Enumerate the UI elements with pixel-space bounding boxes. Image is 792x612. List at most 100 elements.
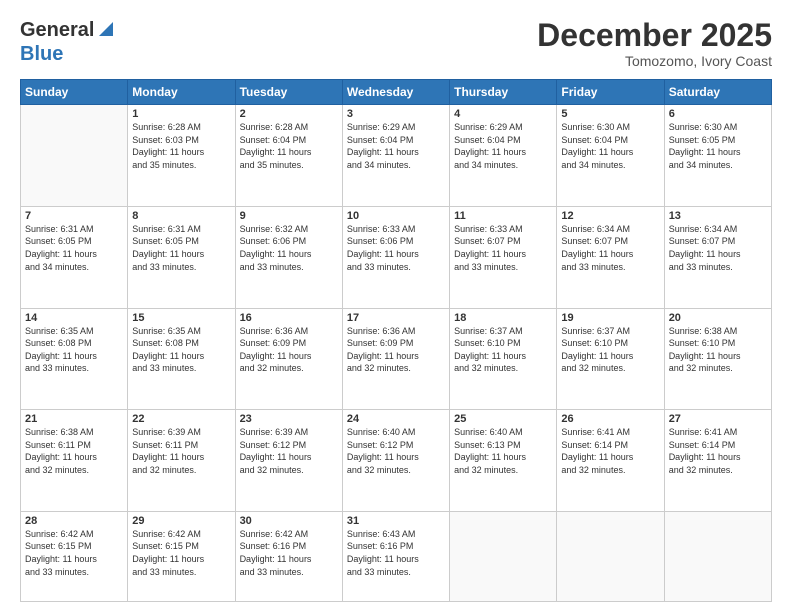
day-info: Sunrise: 6:42 AM Sunset: 6:15 PM Dayligh… (132, 528, 230, 578)
calendar-cell: 6Sunrise: 6:30 AM Sunset: 6:05 PM Daylig… (664, 105, 771, 207)
day-info: Sunrise: 6:28 AM Sunset: 6:04 PM Dayligh… (240, 121, 338, 171)
col-header-wednesday: Wednesday (342, 80, 449, 105)
day-number: 22 (132, 413, 230, 425)
month-title: December 2025 (537, 18, 772, 53)
day-number: 6 (669, 108, 767, 120)
day-number: 17 (347, 312, 445, 324)
day-number: 19 (561, 312, 659, 324)
calendar-cell (450, 511, 557, 601)
location: Tomozomo, Ivory Coast (537, 53, 772, 69)
calendar-cell: 9Sunrise: 6:32 AM Sunset: 6:06 PM Daylig… (235, 206, 342, 308)
day-number: 5 (561, 108, 659, 120)
calendar-cell: 15Sunrise: 6:35 AM Sunset: 6:08 PM Dayli… (128, 308, 235, 410)
day-info: Sunrise: 6:30 AM Sunset: 6:05 PM Dayligh… (669, 121, 767, 171)
calendar-cell: 4Sunrise: 6:29 AM Sunset: 6:04 PM Daylig… (450, 105, 557, 207)
day-info: Sunrise: 6:28 AM Sunset: 6:03 PM Dayligh… (132, 121, 230, 171)
day-info: Sunrise: 6:34 AM Sunset: 6:07 PM Dayligh… (561, 223, 659, 273)
day-number: 2 (240, 108, 338, 120)
calendar-cell: 19Sunrise: 6:37 AM Sunset: 6:10 PM Dayli… (557, 308, 664, 410)
day-number: 25 (454, 413, 552, 425)
day-number: 8 (132, 210, 230, 222)
calendar-cell: 10Sunrise: 6:33 AM Sunset: 6:06 PM Dayli… (342, 206, 449, 308)
day-info: Sunrise: 6:29 AM Sunset: 6:04 PM Dayligh… (454, 121, 552, 171)
day-number: 9 (240, 210, 338, 222)
day-number: 1 (132, 108, 230, 120)
calendar-cell: 30Sunrise: 6:42 AM Sunset: 6:16 PM Dayli… (235, 511, 342, 601)
calendar-cell (664, 511, 771, 601)
calendar-cell: 31Sunrise: 6:43 AM Sunset: 6:16 PM Dayli… (342, 511, 449, 601)
page: General Blue December 2025 Tomozomo, Ivo… (0, 0, 792, 612)
calendar-cell: 17Sunrise: 6:36 AM Sunset: 6:09 PM Dayli… (342, 308, 449, 410)
calendar-cell: 13Sunrise: 6:34 AM Sunset: 6:07 PM Dayli… (664, 206, 771, 308)
day-info: Sunrise: 6:35 AM Sunset: 6:08 PM Dayligh… (132, 325, 230, 375)
calendar-cell: 2Sunrise: 6:28 AM Sunset: 6:04 PM Daylig… (235, 105, 342, 207)
day-info: Sunrise: 6:33 AM Sunset: 6:07 PM Dayligh… (454, 223, 552, 273)
day-number: 26 (561, 413, 659, 425)
day-info: Sunrise: 6:29 AM Sunset: 6:04 PM Dayligh… (347, 121, 445, 171)
day-info: Sunrise: 6:39 AM Sunset: 6:12 PM Dayligh… (240, 426, 338, 476)
day-info: Sunrise: 6:38 AM Sunset: 6:10 PM Dayligh… (669, 325, 767, 375)
logo-blue: Blue (20, 43, 63, 65)
day-number: 3 (347, 108, 445, 120)
col-header-saturday: Saturday (664, 80, 771, 105)
day-info: Sunrise: 6:32 AM Sunset: 6:06 PM Dayligh… (240, 223, 338, 273)
calendar-cell: 25Sunrise: 6:40 AM Sunset: 6:13 PM Dayli… (450, 410, 557, 512)
day-number: 21 (25, 413, 123, 425)
day-number: 20 (669, 312, 767, 324)
day-info: Sunrise: 6:36 AM Sunset: 6:09 PM Dayligh… (240, 325, 338, 375)
day-info: Sunrise: 6:37 AM Sunset: 6:10 PM Dayligh… (454, 325, 552, 375)
calendar-table: SundayMondayTuesdayWednesdayThursdayFrid… (20, 79, 772, 602)
day-number: 7 (25, 210, 123, 222)
day-number: 15 (132, 312, 230, 324)
day-info: Sunrise: 6:41 AM Sunset: 6:14 PM Dayligh… (669, 426, 767, 476)
day-number: 27 (669, 413, 767, 425)
day-info: Sunrise: 6:31 AM Sunset: 6:05 PM Dayligh… (25, 223, 123, 273)
header: General Blue December 2025 Tomozomo, Ivo… (20, 18, 772, 69)
calendar-cell: 20Sunrise: 6:38 AM Sunset: 6:10 PM Dayli… (664, 308, 771, 410)
day-number: 10 (347, 210, 445, 222)
calendar-cell: 26Sunrise: 6:41 AM Sunset: 6:14 PM Dayli… (557, 410, 664, 512)
day-info: Sunrise: 6:35 AM Sunset: 6:08 PM Dayligh… (25, 325, 123, 375)
calendar-cell: 7Sunrise: 6:31 AM Sunset: 6:05 PM Daylig… (21, 206, 128, 308)
calendar-cell: 5Sunrise: 6:30 AM Sunset: 6:04 PM Daylig… (557, 105, 664, 207)
calendar-cell: 8Sunrise: 6:31 AM Sunset: 6:05 PM Daylig… (128, 206, 235, 308)
logo: General Blue (20, 18, 115, 66)
day-number: 31 (347, 515, 445, 527)
day-number: 29 (132, 515, 230, 527)
calendar-cell: 18Sunrise: 6:37 AM Sunset: 6:10 PM Dayli… (450, 308, 557, 410)
day-info: Sunrise: 6:30 AM Sunset: 6:04 PM Dayligh… (561, 121, 659, 171)
title-area: December 2025 Tomozomo, Ivory Coast (537, 18, 772, 69)
day-number: 13 (669, 210, 767, 222)
day-info: Sunrise: 6:38 AM Sunset: 6:11 PM Dayligh… (25, 426, 123, 476)
day-number: 14 (25, 312, 123, 324)
day-number: 23 (240, 413, 338, 425)
calendar-cell (557, 511, 664, 601)
day-info: Sunrise: 6:31 AM Sunset: 6:05 PM Dayligh… (132, 223, 230, 273)
calendar-cell: 16Sunrise: 6:36 AM Sunset: 6:09 PM Dayli… (235, 308, 342, 410)
day-number: 11 (454, 210, 552, 222)
logo-general: General (20, 19, 94, 42)
calendar-cell (21, 105, 128, 207)
calendar-cell: 21Sunrise: 6:38 AM Sunset: 6:11 PM Dayli… (21, 410, 128, 512)
calendar-cell: 12Sunrise: 6:34 AM Sunset: 6:07 PM Dayli… (557, 206, 664, 308)
day-info: Sunrise: 6:34 AM Sunset: 6:07 PM Dayligh… (669, 223, 767, 273)
calendar-cell: 24Sunrise: 6:40 AM Sunset: 6:12 PM Dayli… (342, 410, 449, 512)
day-number: 28 (25, 515, 123, 527)
day-info: Sunrise: 6:42 AM Sunset: 6:16 PM Dayligh… (240, 528, 338, 578)
day-info: Sunrise: 6:41 AM Sunset: 6:14 PM Dayligh… (561, 426, 659, 476)
calendar-cell: 23Sunrise: 6:39 AM Sunset: 6:12 PM Dayli… (235, 410, 342, 512)
calendar-cell: 28Sunrise: 6:42 AM Sunset: 6:15 PM Dayli… (21, 511, 128, 601)
col-header-thursday: Thursday (450, 80, 557, 105)
calendar-cell: 29Sunrise: 6:42 AM Sunset: 6:15 PM Dayli… (128, 511, 235, 601)
col-header-monday: Monday (128, 80, 235, 105)
calendar-cell: 3Sunrise: 6:29 AM Sunset: 6:04 PM Daylig… (342, 105, 449, 207)
day-info: Sunrise: 6:43 AM Sunset: 6:16 PM Dayligh… (347, 528, 445, 578)
day-info: Sunrise: 6:40 AM Sunset: 6:13 PM Dayligh… (454, 426, 552, 476)
day-info: Sunrise: 6:40 AM Sunset: 6:12 PM Dayligh… (347, 426, 445, 476)
day-info: Sunrise: 6:37 AM Sunset: 6:10 PM Dayligh… (561, 325, 659, 375)
day-info: Sunrise: 6:39 AM Sunset: 6:11 PM Dayligh… (132, 426, 230, 476)
day-info: Sunrise: 6:33 AM Sunset: 6:06 PM Dayligh… (347, 223, 445, 273)
calendar-cell: 27Sunrise: 6:41 AM Sunset: 6:14 PM Dayli… (664, 410, 771, 512)
day-info: Sunrise: 6:42 AM Sunset: 6:15 PM Dayligh… (25, 528, 123, 578)
day-number: 30 (240, 515, 338, 527)
